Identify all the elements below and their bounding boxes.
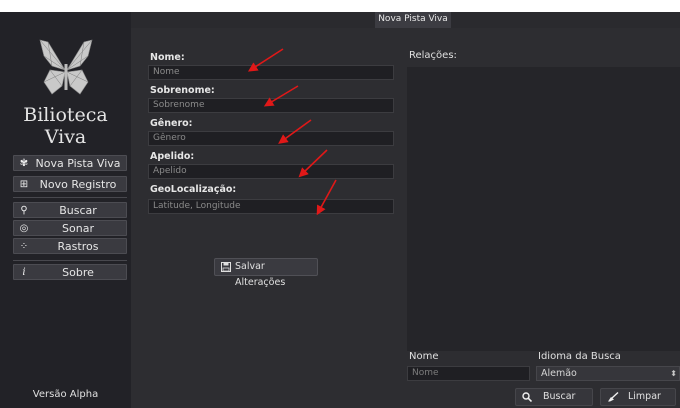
sobrenome-input[interactable]: Sobrenome: [148, 98, 394, 113]
nav-label: Sobre: [62, 266, 94, 279]
relations-list[interactable]: [407, 67, 680, 351]
app-title: Bilioteca Viva: [23, 104, 108, 148]
nav-label: Novo Registro: [39, 178, 117, 191]
novo-registro-button[interactable]: ⊞ Novo Registro: [13, 176, 127, 192]
tracks-icon: ⁘: [19, 241, 29, 252]
nome-label: Nome:: [150, 52, 185, 63]
sidebar: Bilioteca Viva ✾ Nova Pista Viva ⊞ Novo …: [0, 12, 131, 408]
save-button[interactable]: Salvar Alterações: [214, 258, 318, 288]
new-record-icon: ⊞: [19, 179, 29, 190]
buscar-nav-button[interactable]: ⚲ Buscar: [13, 202, 127, 218]
sobrenome-label: Sobrenome:: [150, 85, 215, 96]
nav-label: Rastros: [57, 240, 99, 253]
search-nome-label: Nome: [409, 351, 439, 362]
genero-input[interactable]: Gênero: [148, 131, 394, 146]
sobre-button[interactable]: i Sobre: [13, 264, 127, 280]
info-icon: i: [22, 267, 26, 278]
search-icon: [522, 389, 533, 408]
sonar-icon: ◎: [19, 223, 29, 234]
version-label: Versão Alpha: [32, 389, 99, 400]
save-label: Salvar Alterações: [235, 261, 286, 288]
select-arrows-icon: ⬍: [670, 369, 677, 378]
idioma-label: Idioma da Busca: [538, 351, 621, 362]
search-icon: ⚲: [20, 205, 28, 216]
geolocalizacao-input[interactable]: Latitude, Longitude: [148, 199, 394, 214]
nova-pista-viva-button[interactable]: ✾ Nova Pista Viva: [13, 155, 127, 171]
tab-nova-pista-viva[interactable]: Nova Pista Viva: [375, 12, 451, 28]
relacoes-label: Relações:: [409, 50, 457, 61]
main-panel: Nome: Nome Sobrenome: Sobrenome Gênero: …: [131, 28, 680, 408]
search-nome-input[interactable]: Nome: [407, 366, 530, 381]
limpar-label: Limpar: [628, 391, 661, 402]
apelido-label: Apelido:: [150, 151, 195, 162]
nav-divider: [13, 260, 127, 261]
buscar-button[interactable]: Buscar: [515, 388, 593, 406]
geolocalizacao-label: GeoLocalização:: [150, 184, 237, 195]
save-icon: [221, 259, 231, 278]
window-titlebar: Nova Pista Viva: [131, 12, 680, 28]
nav-label: Buscar: [59, 204, 97, 217]
genero-label: Gênero:: [150, 118, 193, 129]
butterfly-logo-icon: [39, 39, 93, 95]
rastros-button[interactable]: ⁘ Rastros: [13, 238, 127, 254]
buscar-label: Buscar: [543, 391, 576, 402]
broom-icon: [607, 389, 619, 408]
footprints-icon: ✾: [19, 158, 29, 169]
idioma-select[interactable]: Alemão ⬍: [536, 366, 680, 381]
apelido-input[interactable]: Apelido: [148, 164, 394, 179]
idioma-value: Alemão: [541, 368, 577, 379]
nome-input[interactable]: Nome: [148, 65, 394, 80]
sonar-button[interactable]: ◎ Sonar: [13, 220, 127, 236]
nav-label: Sonar: [62, 222, 94, 235]
nav-divider: [13, 197, 127, 198]
limpar-button[interactable]: Limpar: [600, 388, 676, 406]
nav-label: Nova Pista Viva: [35, 157, 121, 170]
